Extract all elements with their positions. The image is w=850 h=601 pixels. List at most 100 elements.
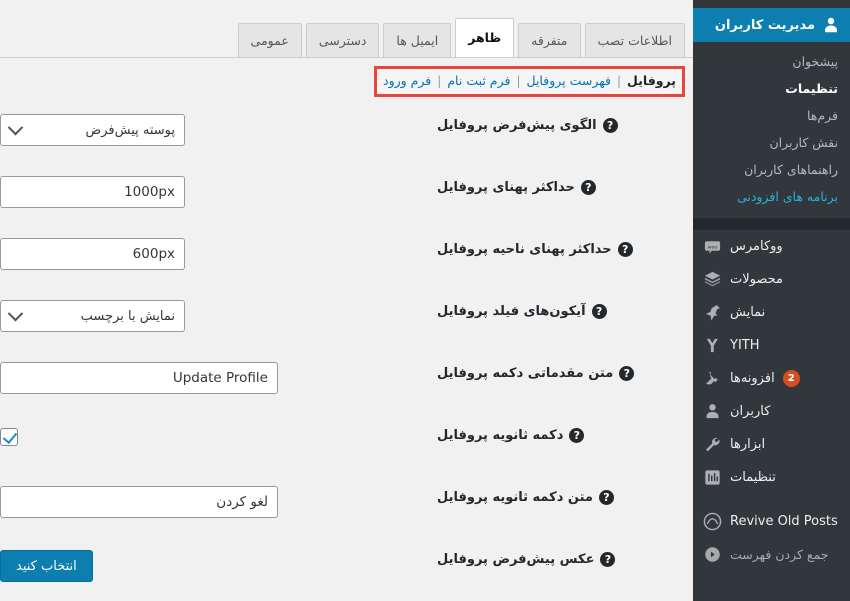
sidebar-menu-item[interactable]: نمایش (693, 296, 850, 329)
help-icon[interactable]: ? (580, 180, 596, 195)
select-value: نمایش با برچسب (80, 308, 175, 324)
select-image-button[interactable]: انتخاب کنید (0, 550, 93, 582)
yith-icon (702, 336, 722, 356)
sidebar-menu-item[interactable]: افزونه‌ها 2 (693, 362, 850, 395)
form-row-label-text: متن دکمه ثانویه پروفایل (437, 490, 593, 505)
form-row-label-text: متن مقدماتی دکمه پروفایل (437, 366, 614, 381)
text-input[interactable] (0, 362, 278, 394)
sidebar-menu-label: افزونه‌ها (730, 371, 775, 386)
help-icon[interactable]: ? (600, 552, 616, 567)
svg-text:woo: woo (707, 245, 717, 250)
form-row-label-text: الگوی پیش‌فرض پروفایل (437, 118, 597, 133)
sidebar-menu-item[interactable]: کاربران (693, 395, 850, 428)
sidebar-submenu-item[interactable]: راهنماهای کاربران (693, 156, 850, 183)
help-icon[interactable]: ? (569, 428, 585, 443)
sidebar-menu-label: YITH (730, 338, 760, 353)
tab-active[interactable]: ظاهر (455, 18, 515, 57)
help-icon[interactable]: ? (619, 366, 635, 381)
sidebar-menu-item[interactable]: ابزارها (693, 428, 850, 461)
sidebar-menu-label: ابزارها (730, 437, 766, 452)
sidebar-collapse-label: جمع کردن فهرست (730, 546, 829, 562)
tab-bottom-border (0, 57, 693, 58)
sidebar-menu-item[interactable]: woo ووکامرس (693, 230, 850, 263)
tab-item[interactable]: اطلاعات تصب (584, 23, 685, 57)
main-content-area: اطلاعات تصب متفرقه ظاهر ایمیل ها دسترسی عمومی… (0, 0, 693, 601)
sidebar-menu-item[interactable]: Revive Old Posts (693, 505, 850, 538)
sidebar-submenu-item[interactable]: نقش کاربران (693, 129, 850, 156)
tab-item[interactable]: دسترسی (305, 23, 380, 57)
help-icon[interactable]: ? (598, 490, 614, 505)
sidebar-separator (693, 218, 850, 230)
sidebar-main-menu: woo ووکامرس محصولات نمایش YITH افزونه‌ها 2 کارب… (693, 230, 850, 494)
subtab-link[interactable]: فهرست پروفایل (526, 72, 611, 90)
form-row-field (0, 356, 425, 394)
checkbox-toggle[interactable] (0, 428, 18, 446)
sidebar-menu-item[interactable]: تنظیمات (693, 461, 850, 494)
subtab-link[interactable]: فرم ثبت نام (447, 72, 510, 90)
sidebar-menu-label: محصولات (730, 272, 783, 287)
form-row-label: ? حداکثر پهنای پروفایل (425, 170, 693, 195)
wrench-icon (702, 435, 722, 455)
sidebar-menu-separator (693, 494, 850, 505)
sidebar-header-user-management[interactable]: مدیریت کاربران (693, 8, 850, 42)
form-row-label-text: عکس پیش‌فرض پروفایل (437, 552, 595, 567)
subtab-current[interactable]: پروفایل (627, 72, 676, 90)
form-row: ? حداکثر پهنای ناحیه پروفایل (0, 232, 693, 294)
sidebar-header-label: مدیریت کاربران (714, 17, 815, 33)
help-icon[interactable]: ? (591, 304, 607, 319)
wordpress-admin-screen: اطلاعات تصب متفرقه ظاهر ایمیل ها دسترسی عمومی… (0, 0, 850, 601)
plug-icon (702, 369, 722, 389)
form-row-label: ? عکس پیش‌فرض پروفایل (425, 542, 693, 567)
sidebar-menu-item[interactable]: محصولات (693, 263, 850, 296)
form-row: ? متن دکمه ثانویه پروفایل (0, 480, 693, 542)
text-input[interactable] (0, 486, 278, 518)
select-dropdown[interactable]: پوسته پیش‌فرض (0, 114, 185, 146)
revive-icon (702, 512, 722, 532)
subtab-link[interactable]: فرم ورود (383, 72, 431, 90)
sidebar-collapse-button[interactable]: جمع کردن فهرست (693, 538, 850, 570)
form-row: ? متن مقدماتی دکمه پروفایل (0, 356, 693, 418)
sidebar-submenu-item[interactable]: برنامه های افزودنی (693, 183, 850, 210)
user-icon (822, 16, 840, 34)
sliders-icon (702, 468, 722, 488)
sidebar-menu-label: ووکامرس (730, 239, 783, 254)
form-row-field: انتخاب کنید (0, 542, 425, 582)
select-dropdown[interactable]: نمایش با برچسب (0, 300, 185, 332)
form-row: ? حداکثر پهنای پروفایل (0, 170, 693, 232)
sidebar-submenu-item[interactable]: پیشخوان (693, 48, 850, 75)
help-icon[interactable]: ? (617, 242, 633, 257)
form-row-field (0, 170, 425, 208)
form-row-label: ? آیکون‌های فیلد پروفایل (425, 294, 693, 319)
sidebar-menu-label: Revive Old Posts (730, 514, 838, 529)
pin-icon (702, 303, 722, 323)
text-input[interactable] (0, 238, 185, 270)
sidebar-menu-label: کاربران (730, 404, 771, 419)
update-count-badge: 2 (782, 370, 800, 387)
sidebar-submenu-item[interactable]: تنظیمات (693, 75, 850, 102)
form-row-field (0, 418, 425, 446)
admin-sidebar: مدیریت کاربران پیشخوان تنظیمات فرم‌ها نقش ک… (693, 0, 850, 601)
form-row-field (0, 480, 425, 518)
woo-icon: woo (702, 237, 722, 257)
form-row-label-text: حداکثر پهنای ناحیه پروفایل (437, 242, 612, 257)
form-row-label: ? متن دکمه ثانویه پروفایل (425, 480, 693, 505)
form-row-label-text: دکمه ثانویه پروفایل (437, 428, 564, 443)
collapse-icon (702, 544, 722, 564)
form-row-label-text: آیکون‌های فیلد پروفایل (437, 304, 586, 319)
form-row-label: ? حداکثر پهنای ناحیه پروفایل (425, 232, 693, 257)
form-row: ? الگوی پیش‌فرض پروفایل پوسته پیش‌فرض (0, 108, 693, 170)
box-icon (702, 270, 722, 290)
tab-item[interactable]: ایمیل ها (383, 23, 452, 57)
form-row-label-text: حداکثر پهنای پروفایل (437, 180, 575, 195)
sidebar-menu-item[interactable]: YITH (693, 329, 850, 362)
settings-tab-bar: اطلاعات تصب متفرقه ظاهر ایمیل ها دسترسی عمومی (237, 18, 685, 57)
form-row: ? آیکون‌های فیلد پروفایل نمایش با برچسب (0, 294, 693, 356)
text-input[interactable] (0, 176, 185, 208)
sidebar-submenu-item[interactable]: فرم‌ها (693, 102, 850, 129)
form-row: ? دکمه ثانویه پروفایل (0, 418, 693, 480)
help-icon[interactable]: ? (602, 118, 618, 133)
form-row-field (0, 232, 425, 270)
tab-item[interactable]: عمومی (237, 23, 302, 57)
form-row-label: ? متن مقدماتی دکمه پروفایل (425, 356, 693, 381)
tab-item[interactable]: متفرقه (518, 23, 581, 57)
